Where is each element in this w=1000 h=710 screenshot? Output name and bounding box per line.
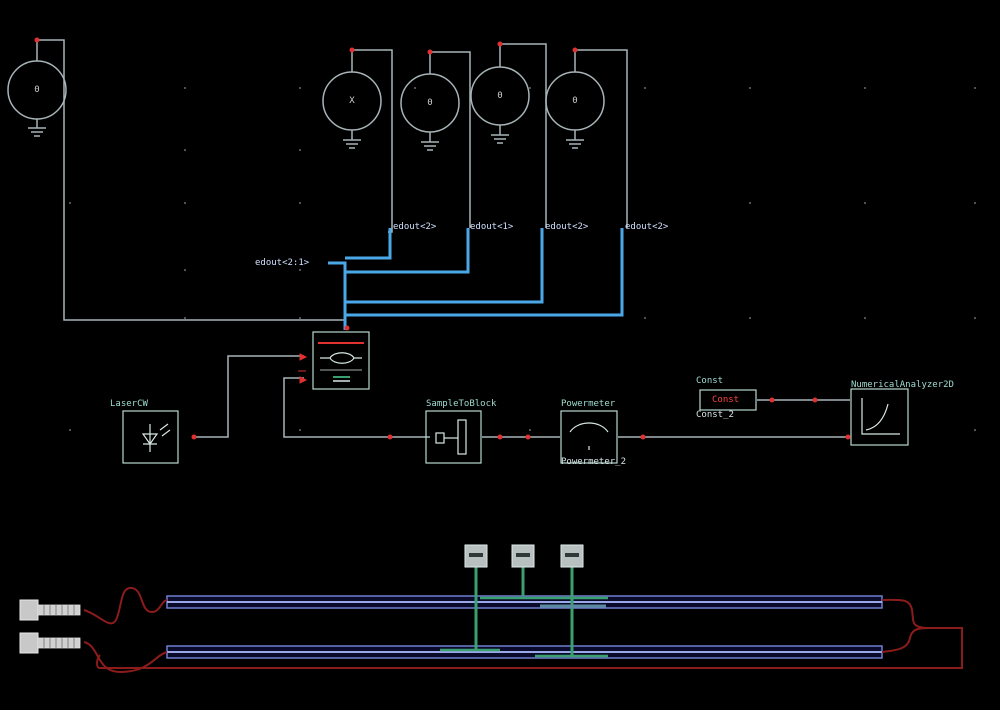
const-value: Const [712,395,740,405]
bus-label: edout<2:1> [255,258,310,268]
mzm-modulator-icon [320,352,362,371]
laser-diode-icon [141,423,171,452]
net-label-d: edout<2> [625,222,669,232]
layout-electrodes [440,567,608,658]
source-1-value: 0 [34,85,40,95]
net-label-b: edout<1> [470,222,514,232]
curve-plot-icon [861,398,900,435]
net-label-c: edout<2> [545,222,589,232]
source-3-value: 0 [427,98,433,108]
analyzer-label: NumericalAnalyzer2D [851,380,954,390]
schematic-canvas [7,37,976,674]
const-sublabel: Const_2 [696,410,734,420]
net-label-a: edout<2> [393,222,437,232]
analyzer-block[interactable] [845,388,909,446]
const-label: Const [696,376,724,386]
grid-dots [69,87,976,431]
coupler-1 [19,599,81,621]
laser-label: LaserCW [110,399,148,409]
layout-waveguides [166,595,883,659]
bus-wires [328,228,624,330]
wire-pins [34,37,578,55]
coupler-2 [19,632,81,654]
electrode-pads[interactable] [464,544,584,568]
sample-to-block-label: SampleToBlock [426,399,497,409]
source-5-value: 0 [572,96,578,106]
powermeter-icon [569,422,609,450]
powermeter-label: Powermeter [561,399,616,409]
source-2-value: X [349,96,355,106]
gray-wires [37,39,850,438]
sample-block-icon [435,419,467,455]
powermeter-sublabel: Powermeter_2 [561,457,627,467]
source-4-value: 0 [497,91,503,101]
laser-block[interactable] [122,410,197,464]
modulator-block[interactable] [298,325,370,390]
